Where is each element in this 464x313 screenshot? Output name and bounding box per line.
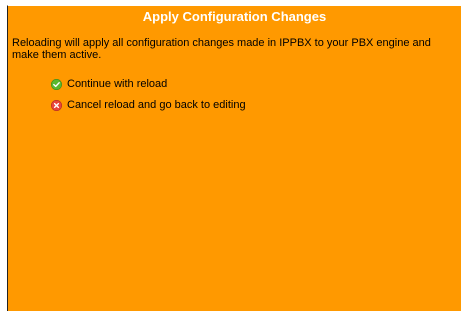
continue-reload-link[interactable]: Continue with reload — [51, 75, 461, 93]
continue-reload-label: Continue with reload — [67, 78, 168, 90]
dialog-message: Reloading will apply all configuration c… — [12, 37, 431, 61]
action-list: Continue with reload Cancel reload and g… — [8, 75, 461, 114]
x-circle-icon — [51, 99, 62, 111]
cancel-reload-link[interactable]: Cancel reload and go back to editing — [51, 96, 461, 114]
cancel-reload-label: Cancel reload and go back to editing — [67, 99, 246, 111]
check-circle-icon — [51, 78, 62, 90]
apply-changes-dialog: Apply Configuration Changes Reloading wi… — [7, 5, 461, 311]
dialog-title: Apply Configuration Changes — [142, 9, 327, 24]
